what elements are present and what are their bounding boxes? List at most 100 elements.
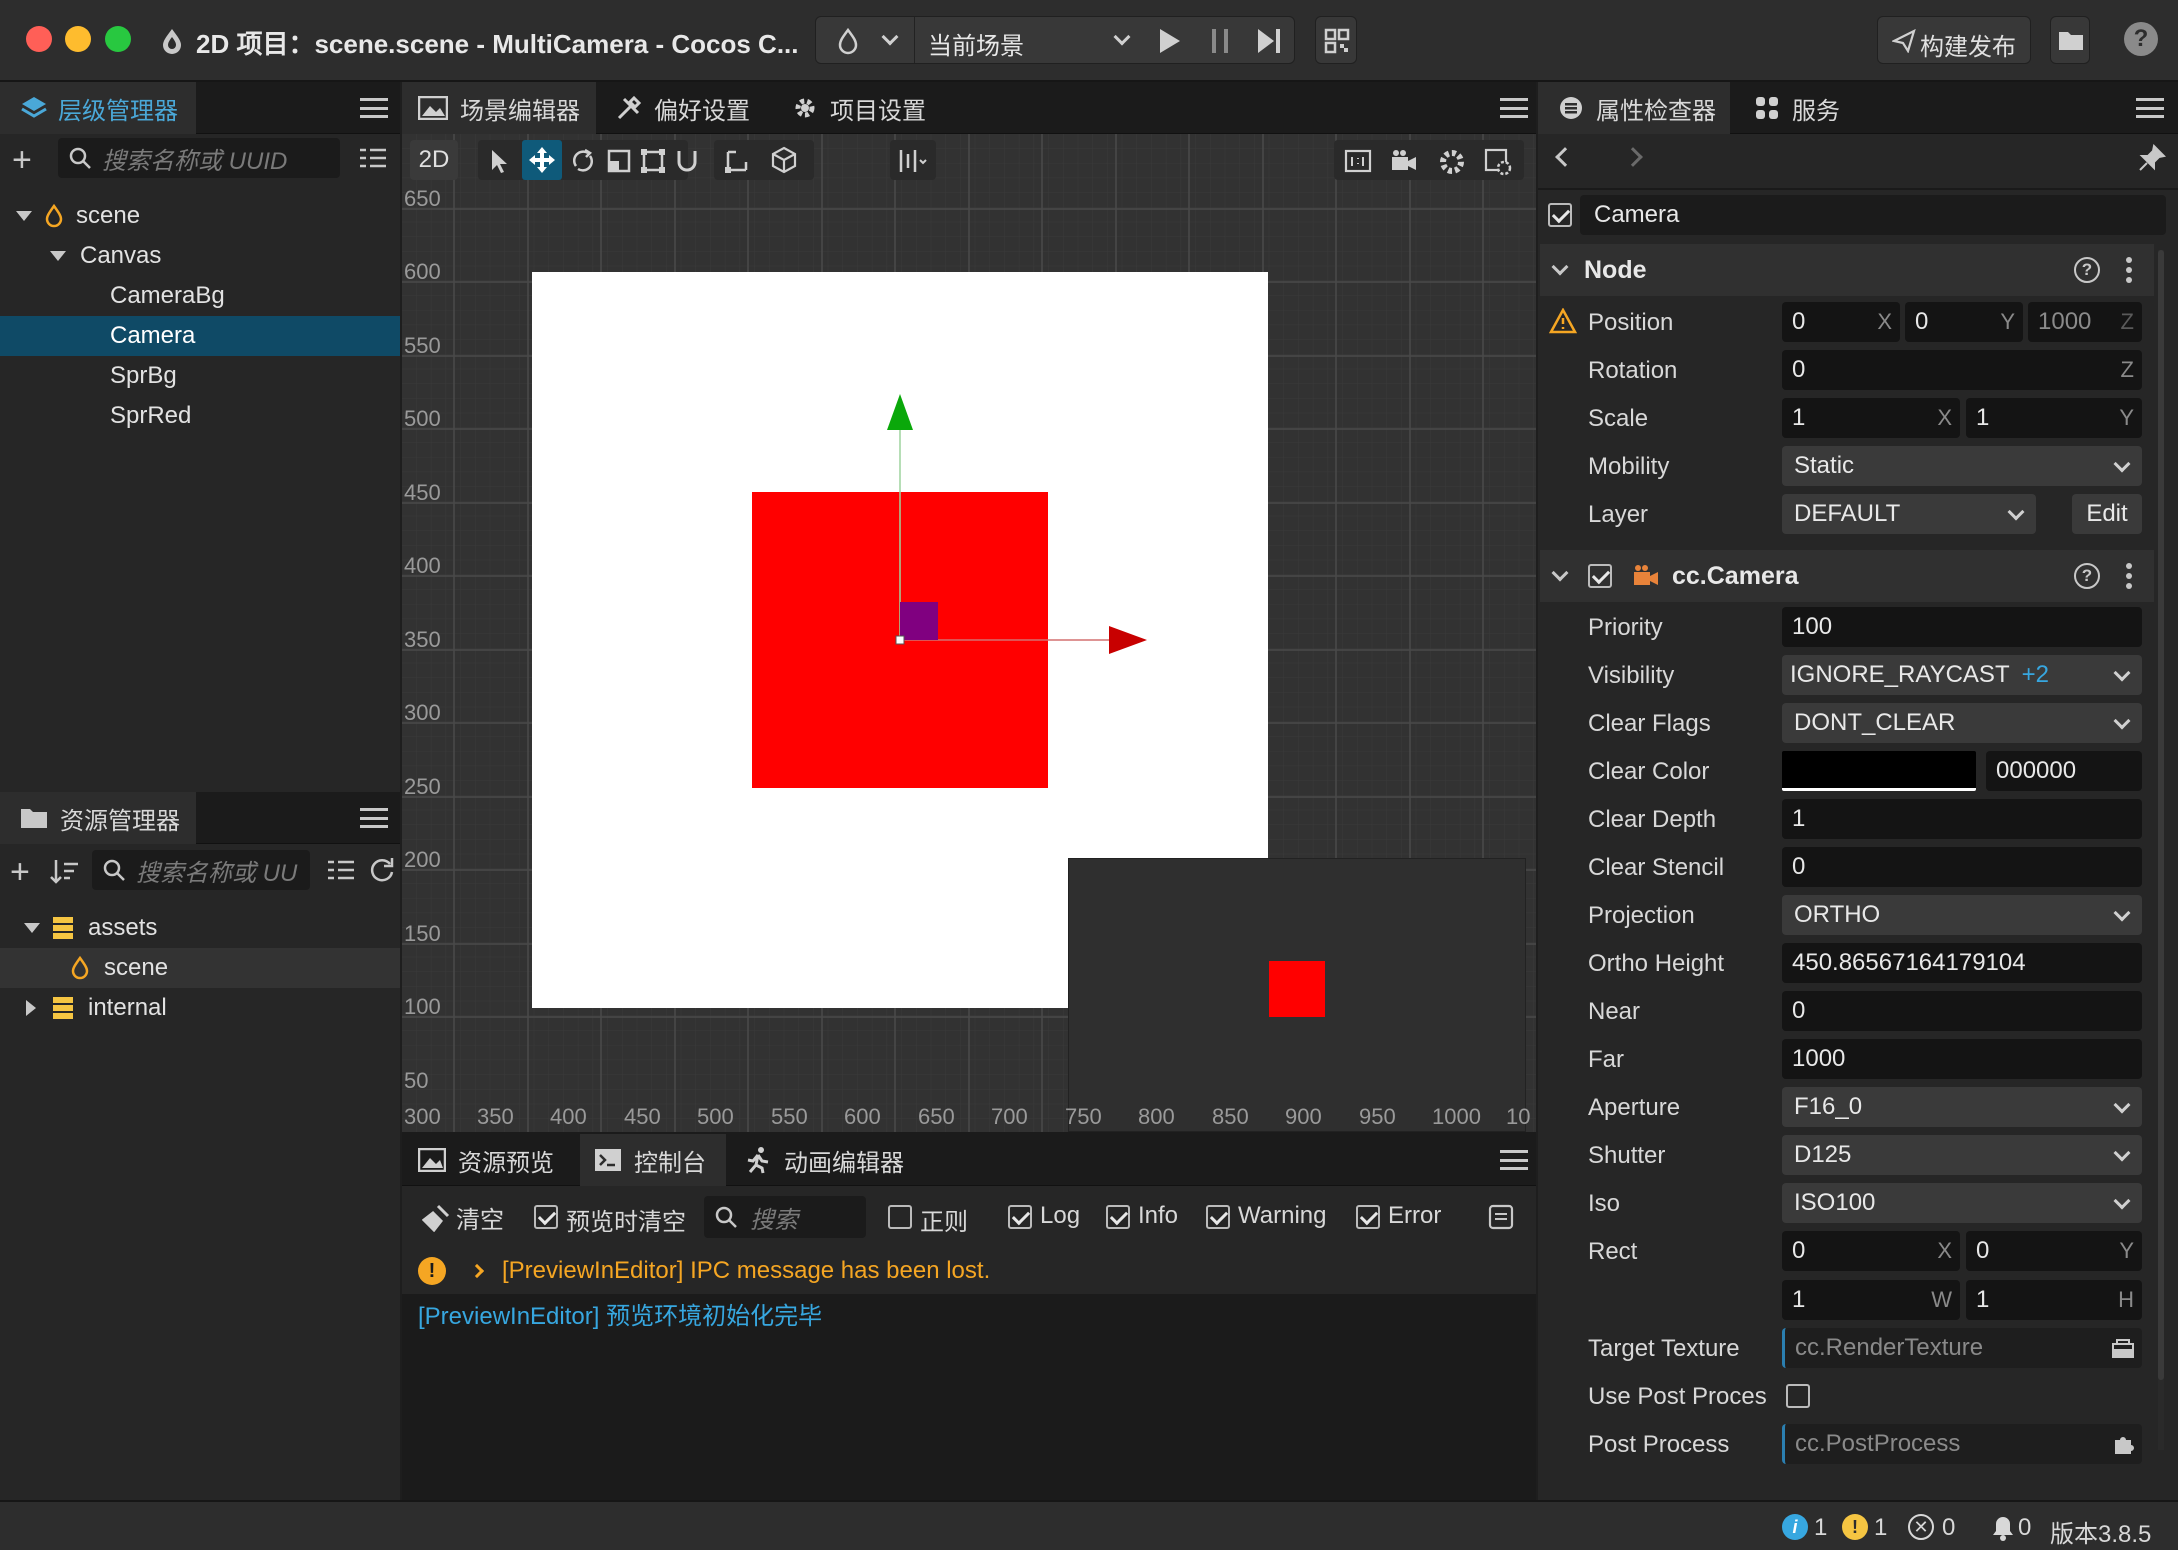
hierarchy-menu-icon[interactable] [360,98,388,118]
sort-icon[interactable] [50,858,80,886]
tree-item-sprbg[interactable]: SprBg [0,356,400,396]
clear-flags-select[interactable]: DONT_CLEAR [1782,703,2142,743]
rect-y-input[interactable]: 0Y [1966,1231,2142,1271]
scale-y-input[interactable]: 1Y [1966,398,2142,438]
forward-icon[interactable] [1623,147,1643,167]
help-icon[interactable]: ? [2074,563,2100,589]
tab-project-settings[interactable]: 项目设置 [792,82,942,134]
clear-button[interactable]: 清空 [422,1200,504,1235]
tree-item-internal[interactable]: internal [0,988,400,1028]
position-z-input[interactable]: 1000 Z [2028,302,2142,342]
puzzle-icon[interactable] [2112,1433,2134,1455]
tree-item-assets[interactable]: assets [0,908,400,948]
snap-tool-icon[interactable] [674,148,700,174]
scene-gizmo-settings-icon[interactable] [1484,148,1512,176]
tree-item-sprred[interactable]: SprRed [0,396,400,436]
camera-icon[interactable] [1390,148,1418,174]
expand-chevron-icon[interactable] [469,1263,485,1279]
pause-icon[interactable] [1208,27,1234,55]
position-x-input[interactable]: 0X [1782,302,1900,342]
inspector-scrollbar-thumb[interactable] [2158,250,2164,1380]
ortho-height-input[interactable]: 450.86567164179104 [1782,943,2142,983]
more-options-icon[interactable] [2126,573,2132,579]
collapse-tree-icon[interactable] [326,858,356,882]
tree-item-scene[interactable]: scene [0,196,400,236]
gear-icon[interactable] [1438,148,1466,176]
local-coord-icon[interactable] [724,148,750,174]
inspector-scrollbar-track[interactable] [2158,250,2164,1450]
tab-services[interactable]: 服务 [1754,82,1864,134]
clear-stencil-input[interactable]: 0 [1782,847,2142,887]
console-search-input[interactable]: 搜索 [704,1196,866,1238]
tab-hierarchy[interactable]: 层级管理器 [0,82,196,134]
open-folder-button[interactable] [2050,16,2090,64]
rect-tool-icon[interactable] [640,148,666,174]
scale-tool-icon[interactable] [606,148,632,174]
projection-select[interactable]: ORTHO [1782,895,2142,935]
rotation-z-input[interactable]: 0Z [1782,350,2142,390]
warning-checkbox[interactable] [1206,1205,1230,1229]
build-publish-button[interactable]: 构建发布 [1877,16,2031,64]
add-node-icon[interactable]: + [12,142,32,178]
iso-select[interactable]: ISO100 [1782,1183,2142,1223]
console-message-info[interactable]: [PreviewInEditor] 预览环境初始化完毕 [418,1296,822,1331]
scene-select[interactable]: 当前场景 [928,26,1024,61]
error-checkbox[interactable] [1356,1205,1380,1229]
tab-console[interactable]: 控制台 [580,1134,726,1186]
console-message-warning[interactable]: ! [PreviewInEditor] IPC message has been… [402,1248,1536,1294]
near-input[interactable]: 0 [1782,991,2142,1031]
log-file-icon[interactable] [1488,1204,1516,1230]
assets-search-input[interactable]: 搜索名称或 UU [92,850,310,890]
aperture-select[interactable]: F16_0 [1782,1087,2142,1127]
info-count-icon[interactable]: i [1782,1514,1808,1540]
bell-icon[interactable] [1992,1515,2014,1541]
pin-icon[interactable] [2138,144,2166,172]
camera-enabled-checkbox[interactable] [1588,564,1612,588]
step-icon[interactable] [1256,27,1284,55]
mobility-select[interactable]: Static [1782,446,2142,486]
priority-input[interactable]: 100 [1782,607,2142,647]
2d-mode-button[interactable]: 2D [410,140,458,180]
camera-component-header[interactable]: cc.Camera ? [1540,550,2154,602]
use-post-process-checkbox[interactable] [1786,1384,1810,1408]
regex-checkbox[interactable] [888,1205,912,1229]
rect-x-input[interactable]: 0X [1782,1231,1960,1271]
layer-select[interactable]: DEFAULT [1782,494,2036,534]
tab-inspector[interactable]: 属性检查器 [1538,82,1730,134]
tab-assets[interactable]: 资源管理器 [0,792,196,844]
maximize-window-button[interactable] [105,26,131,52]
tab-preferences[interactable]: 偏好设置 [616,82,766,134]
tab-asset-preview[interactable]: 资源预览 [418,1134,568,1186]
align-tools-button[interactable] [890,140,936,180]
node-active-checkbox[interactable] [1548,203,1572,227]
refresh-icon[interactable] [368,856,396,884]
preview-platform-icon[interactable] [836,27,860,55]
asset-picker-icon[interactable] [2112,1338,2134,1358]
add-asset-icon[interactable]: + [10,854,30,890]
layer-edit-button[interactable]: Edit [2072,494,2142,534]
minimize-window-button[interactable] [65,26,91,52]
more-options-icon[interactable] [2126,267,2132,273]
info-checkbox[interactable] [1106,1205,1130,1229]
post-process-component-field[interactable]: cc.PostProcess [1782,1424,2142,1464]
collapse-tree-icon[interactable] [358,146,388,170]
close-window-button[interactable] [26,26,52,52]
tree-item-camerabg[interactable]: CameraBg [0,276,400,316]
move-tool-button[interactable] [522,140,562,180]
clear-on-preview-checkbox[interactable] [534,1205,558,1229]
error-count-icon[interactable]: ✕ [1908,1514,1934,1540]
tree-item-scene-asset[interactable]: scene [0,948,400,988]
assets-menu-icon[interactable] [360,808,388,828]
platform-dropdown-chevron-icon[interactable] [881,28,899,46]
clear-color-swatch[interactable] [1782,751,1976,791]
help-icon[interactable]: ? [2124,22,2158,56]
select-tool-icon[interactable] [488,148,512,174]
scale-x-input[interactable]: 1X [1782,398,1960,438]
log-checkbox[interactable] [1008,1205,1032,1229]
visibility-select[interactable]: IGNORE_RAYCAST +2 [1782,655,2142,695]
scene-dropdown-chevron-icon[interactable] [1113,28,1131,46]
warning-count-icon[interactable]: ! [1842,1514,1868,1540]
position-y-input[interactable]: 0Y [1905,302,2023,342]
scene-menu-icon[interactable] [1500,98,1528,118]
shutter-select[interactable]: D125 [1782,1135,2142,1175]
